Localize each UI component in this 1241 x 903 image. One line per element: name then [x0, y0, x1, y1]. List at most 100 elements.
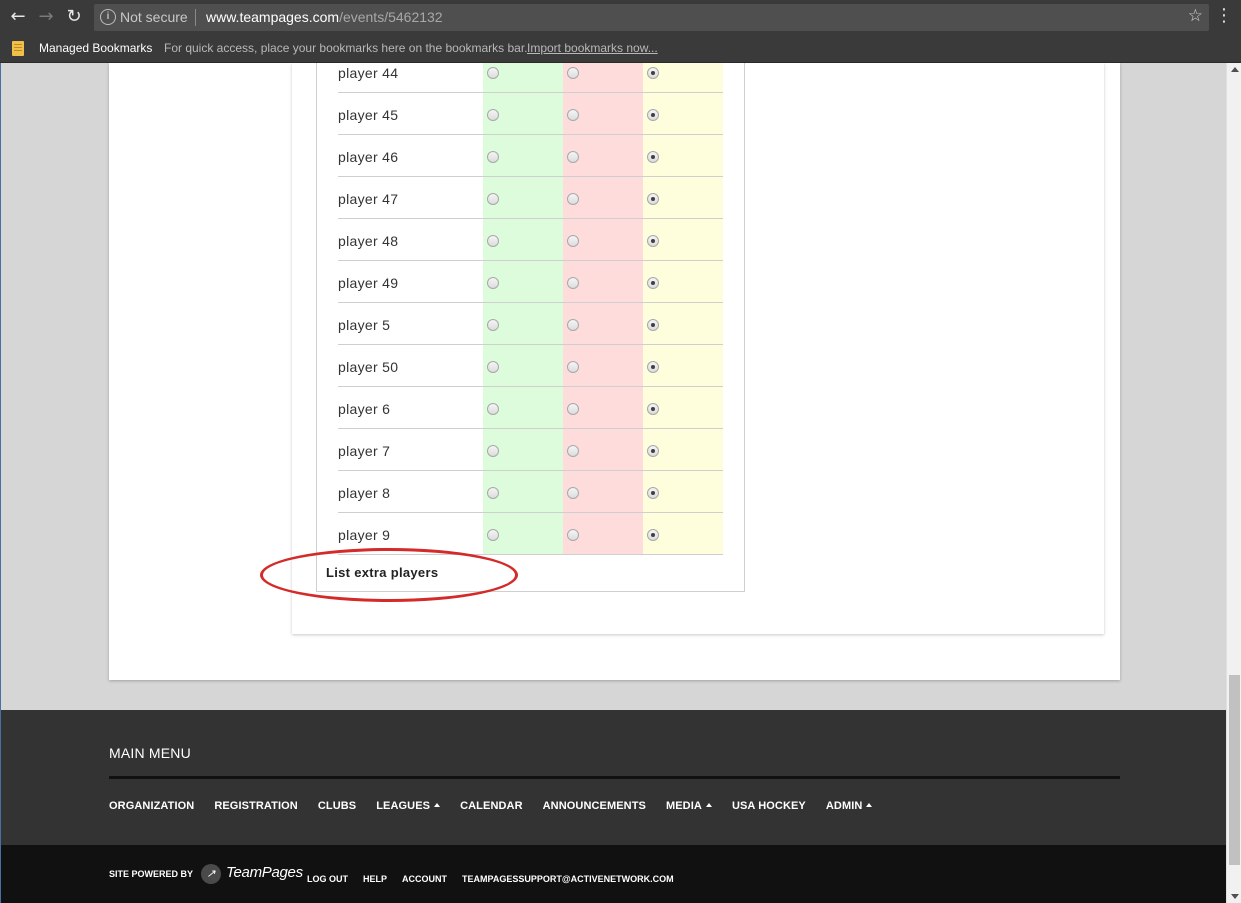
menu-item-clubs[interactable]: CLUBS — [318, 800, 356, 812]
radio-maybe[interactable] — [647, 487, 659, 499]
bookmark-star-icon[interactable]: ☆ — [1188, 6, 1203, 26]
radio-yes[interactable] — [487, 487, 499, 499]
reload-icon[interactable]: ↻ — [62, 5, 86, 29]
teampages-brand[interactable]: TeamPages — [226, 864, 303, 881]
menu-item-registration[interactable]: REGISTRATION — [214, 800, 298, 812]
radio-maybe[interactable] — [647, 235, 659, 247]
radio-maybe[interactable] — [647, 67, 659, 79]
scroll-up-arrow-icon[interactable] — [1231, 67, 1239, 72]
radio-maybe[interactable] — [647, 277, 659, 289]
menu-item-organization[interactable]: ORGANIZATION — [109, 800, 194, 812]
table-row: player 45 — [338, 93, 723, 135]
radio-yes[interactable] — [487, 235, 499, 247]
page-viewport: player 44 player 45 player 46 player 47 play… — [0, 63, 1226, 903]
player-name: player 5 — [338, 317, 391, 333]
bookmark-folder-icon[interactable] — [12, 41, 24, 56]
main-menu-title: MAIN MENU — [109, 745, 191, 761]
menu-item-calendar[interactable]: CALENDAR — [460, 800, 523, 812]
scroll-down-arrow-icon[interactable] — [1231, 894, 1239, 899]
url-host: www.teampages.com — [206, 9, 340, 25]
radio-maybe[interactable] — [647, 445, 659, 457]
table-row: player 8 — [338, 471, 723, 513]
table-row: player 48 — [338, 219, 723, 261]
radio-yes[interactable] — [487, 109, 499, 121]
radio-no[interactable] — [567, 487, 579, 499]
player-name: player 47 — [338, 191, 399, 207]
radio-no[interactable] — [567, 445, 579, 457]
table-row: player 50 — [338, 345, 723, 387]
radio-yes[interactable] — [487, 529, 499, 541]
scroll-thumb[interactable] — [1229, 675, 1240, 865]
radio-yes[interactable] — [487, 445, 499, 457]
footer-link[interactable]: TEAMPAGESSUPPORT@ACTIVENETWORK.COM — [462, 874, 674, 884]
radio-yes[interactable] — [487, 67, 499, 79]
managed-bookmarks-link[interactable]: Managed Bookmarks — [39, 41, 152, 55]
radio-yes[interactable] — [487, 151, 499, 163]
kebab-menu-icon[interactable]: ⋮ — [1215, 4, 1233, 28]
radio-no[interactable] — [567, 67, 579, 79]
radio-yes[interactable] — [487, 403, 499, 415]
caret-up-icon — [434, 803, 441, 807]
vertical-scrollbar[interactable] — [1226, 63, 1241, 903]
player-name: player 46 — [338, 149, 399, 165]
radio-no[interactable] — [567, 277, 579, 289]
player-name: player 48 — [338, 233, 399, 249]
radio-no[interactable] — [567, 319, 579, 331]
player-name: player 49 — [338, 275, 399, 291]
radio-maybe[interactable] — [647, 193, 659, 205]
menu-item-label: USA HOCKEY — [731, 800, 806, 812]
table-row: player 49 — [338, 261, 723, 303]
radio-yes[interactable] — [487, 193, 499, 205]
info-icon[interactable]: i — [100, 9, 116, 25]
table-row: player 46 — [338, 135, 723, 177]
browser-toolbar: ← → ↻ i Not secure www.teampages.com/eve… — [0, 0, 1241, 35]
bookmarks-bar: Managed Bookmarks For quick access, plac… — [0, 35, 1241, 63]
menu-item-label: ORGANIZATION — [109, 800, 195, 812]
radio-no[interactable] — [567, 361, 579, 373]
radio-no[interactable] — [567, 529, 579, 541]
radio-no[interactable] — [567, 151, 579, 163]
red-annotation-ellipse — [260, 548, 518, 602]
menu-item-leagues[interactable]: LEAGUES — [376, 800, 441, 812]
radio-maybe[interactable] — [647, 529, 659, 541]
teampages-logo-icon[interactable]: ↗ — [201, 864, 221, 884]
powered-by-label: SITE POWERED BY — [109, 869, 194, 879]
footer-link[interactable]: HELP — [363, 874, 387, 884]
player-name: player 9 — [338, 527, 391, 543]
radio-no[interactable] — [567, 193, 579, 205]
address-bar[interactable]: i Not secure www.teampages.com/events/54… — [94, 4, 1209, 31]
url-path: /events/5462132 — [339, 9, 443, 25]
table-row: player 6 — [338, 387, 723, 429]
player-name: player 6 — [338, 401, 391, 417]
footer-link[interactable]: ACCOUNT — [402, 874, 447, 884]
table-row: player 7 — [338, 429, 723, 471]
security-label[interactable]: Not secure — [120, 9, 188, 25]
menu-item-admin[interactable]: ADMIN — [826, 800, 873, 812]
footer-link[interactable]: LOG OUT — [307, 874, 348, 884]
menu-item-media[interactable]: MEDIA — [666, 800, 712, 812]
radio-no[interactable] — [567, 403, 579, 415]
menu-item-label: CLUBS — [317, 800, 357, 812]
menu-item-label: REGISTRATION — [214, 800, 298, 812]
radio-yes[interactable] — [487, 361, 499, 373]
menu-item-usa-hockey[interactable]: USA HOCKEY — [732, 800, 806, 812]
url-text[interactable]: www.teampages.com/events/5462132 — [206, 9, 443, 25]
footer-menu-items: ORGANIZATION REGISTRATION CLUBS LEAGUES CALE… — [109, 796, 892, 814]
radio-yes[interactable] — [487, 277, 499, 289]
import-bookmarks-link[interactable]: Import bookmarks now... — [527, 41, 658, 55]
radio-maybe[interactable] — [647, 151, 659, 163]
menu-item-label: CALENDAR — [460, 800, 523, 812]
player-name: player 44 — [338, 65, 399, 81]
caret-up-icon — [705, 803, 712, 807]
menu-item-announcements[interactable]: ANNOUNCEMENTS — [543, 800, 646, 812]
menu-item-label: ADMIN — [825, 800, 863, 812]
back-arrow-icon[interactable]: ← — [6, 5, 30, 29]
radio-yes[interactable] — [487, 319, 499, 331]
radio-maybe[interactable] — [647, 403, 659, 415]
forward-arrow-icon[interactable]: → — [34, 5, 58, 29]
radio-no[interactable] — [567, 235, 579, 247]
radio-maybe[interactable] — [647, 319, 659, 331]
radio-maybe[interactable] — [647, 109, 659, 121]
radio-no[interactable] — [567, 109, 579, 121]
radio-maybe[interactable] — [647, 361, 659, 373]
